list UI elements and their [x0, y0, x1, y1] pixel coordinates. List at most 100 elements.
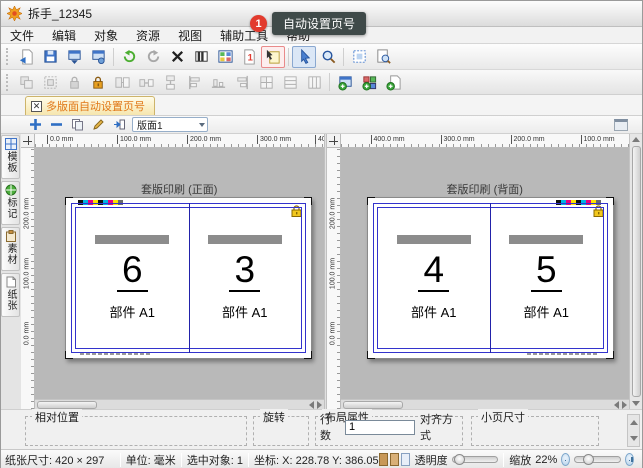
page-cell[interactable]: 3 部件 A1 — [189, 208, 302, 348]
lock-button[interactable] — [62, 71, 86, 93]
page-cell[interactable]: 4 部件 A1 — [378, 208, 491, 348]
split-rows-button[interactable] — [278, 71, 302, 93]
slider-thumb[interactable] — [454, 454, 465, 465]
side-tab-template[interactable]: 模板 — [1, 135, 20, 179]
export-window-button[interactable] — [86, 46, 110, 68]
align-left-icon — [186, 74, 203, 91]
menu-file[interactable]: 文件 — [1, 27, 43, 44]
scroll-up-icon[interactable] — [632, 137, 640, 142]
vertical-scrollbar[interactable] — [629, 134, 642, 409]
add-page-button[interactable] — [381, 71, 405, 93]
group-button[interactable] — [14, 71, 38, 93]
split-view-button[interactable] — [254, 71, 278, 93]
add-icon — [29, 118, 42, 131]
page-cell[interactable]: 5 部件 A1 — [490, 208, 603, 348]
align-right-button[interactable] — [230, 71, 254, 93]
selected-count-status: 选中对象: 1 — [187, 452, 243, 468]
preview-button[interactable] — [371, 46, 395, 68]
layer-view-icon[interactable] — [379, 453, 388, 466]
side-tab-paper[interactable]: 纸张 — [1, 273, 20, 317]
panel-scrollbar[interactable] — [627, 414, 640, 447]
mirror-horizontal-button[interactable] — [134, 71, 158, 93]
group-layout-properties: 布局属性 行数 对齐方式 — [315, 416, 463, 446]
scroll-right-icon[interactable] — [622, 401, 627, 409]
align-left-button[interactable] — [182, 71, 206, 93]
scroll-up-icon[interactable] — [630, 420, 638, 425]
menu-object[interactable]: 对象 — [85, 27, 127, 44]
swap-pages-button[interactable] — [110, 71, 134, 93]
canvas-back[interactable]: 套版印刷 (背面) 4 部件 A1 — [341, 148, 630, 409]
edit-layout-button[interactable] — [90, 117, 106, 132]
open-template-icon — [18, 48, 35, 65]
add-layout-button[interactable] — [27, 117, 43, 132]
scroll-left-icon[interactable] — [309, 401, 314, 409]
sheet-title-back: 套版印刷 (背面) — [341, 181, 630, 197]
import-window-button[interactable] — [62, 46, 86, 68]
canvas-front[interactable]: 套版印刷 (正面) 6 部件 A1 — [35, 148, 324, 409]
sheet-back[interactable]: 4 部件 A1 5 部件 A1 — [367, 197, 614, 359]
view-columns-button[interactable] — [189, 46, 213, 68]
ruler-label: 200.0 mm — [187, 135, 221, 144]
horizontal-scrollbar-back[interactable] — [341, 399, 630, 409]
ruler-label: 0.0 mm — [629, 135, 630, 144]
scroll-down-icon[interactable] — [632, 401, 640, 406]
scrollbar-thumb[interactable] — [37, 401, 97, 409]
redo-button[interactable] — [141, 46, 165, 68]
document-tab[interactable]: ✕ 多版面自动设置页号 — [25, 96, 155, 115]
imposition-template-button[interactable] — [213, 46, 237, 68]
page-cell[interactable]: 6 部件 A1 — [76, 208, 189, 348]
part-label: 部件 A1 — [109, 302, 155, 321]
layer-opacity-icon[interactable] — [401, 453, 410, 466]
ruler-label: 0.0 mm — [329, 316, 336, 352]
align-bottom-button[interactable] — [206, 71, 230, 93]
sheet-front[interactable]: 6 部件 A1 3 部件 A1 — [65, 197, 312, 359]
group-page-size: 小页尺寸 — [471, 416, 599, 446]
add-sheet-button[interactable] — [333, 71, 357, 93]
ungroup-button[interactable] — [38, 71, 62, 93]
save-button[interactable] — [38, 46, 62, 68]
open-template-button[interactable] — [14, 46, 38, 68]
delete-button[interactable] — [165, 46, 189, 68]
scroll-down-icon[interactable] — [630, 436, 638, 441]
mirror-vertical-button[interactable] — [158, 71, 182, 93]
tab-close-icon[interactable]: ✕ — [31, 101, 42, 112]
undo-button[interactable] — [117, 46, 141, 68]
ruler-label: 100.0 mm — [24, 256, 31, 292]
add-imposition-button[interactable] — [357, 71, 381, 93]
scrollbar-thumb[interactable] — [632, 146, 641, 397]
menu-resource[interactable]: 资源 — [127, 27, 169, 44]
rows-input[interactable] — [345, 420, 415, 435]
zoom-slider[interactable] — [574, 456, 621, 463]
zoom-in-button[interactable] — [625, 453, 634, 466]
panel-toggle-icon[interactable] — [614, 119, 628, 131]
side-tab-label: 纸张 — [3, 289, 18, 311]
group-title: 相对位置 — [32, 409, 82, 425]
scrollbar-thumb[interactable] — [343, 401, 403, 409]
split-columns-button[interactable] — [302, 71, 326, 93]
side-tab-marks[interactable]: 标记 — [1, 181, 20, 225]
opacity-slider[interactable] — [452, 456, 499, 463]
fit-view-button[interactable] — [347, 46, 371, 68]
scroll-left-icon[interactable] — [614, 401, 619, 409]
page-number-button[interactable]: 1 — [237, 46, 261, 68]
zoom-out-button[interactable] — [561, 453, 570, 466]
align-bottom-icon — [210, 74, 227, 91]
zoom-tool-button[interactable] — [316, 46, 340, 68]
layer-blend-icon[interactable] — [390, 453, 399, 466]
unlock-key-button[interactable] — [86, 71, 110, 93]
auto-page-number-button[interactable] — [261, 46, 285, 68]
remove-layout-button[interactable] — [48, 117, 64, 132]
document-tab-bar: ✕ 多版面自动设置页号 — [1, 95, 642, 116]
menu-view[interactable]: 视图 — [169, 27, 211, 44]
undo-icon — [121, 48, 138, 65]
side-tab-material[interactable]: 素材 — [1, 227, 20, 271]
slider-thumb[interactable] — [583, 454, 594, 465]
horizontal-scrollbar-front[interactable] — [35, 399, 324, 409]
scroll-right-icon[interactable] — [317, 401, 322, 409]
ruler-label: 100.0 mm — [329, 256, 336, 292]
layout-select[interactable]: 版面1 — [132, 117, 208, 132]
select-tool-button[interactable] — [292, 46, 316, 68]
menu-edit[interactable]: 编辑 — [43, 27, 85, 44]
copy-layout-button[interactable] — [69, 117, 85, 132]
assign-layout-button[interactable] — [111, 117, 127, 132]
